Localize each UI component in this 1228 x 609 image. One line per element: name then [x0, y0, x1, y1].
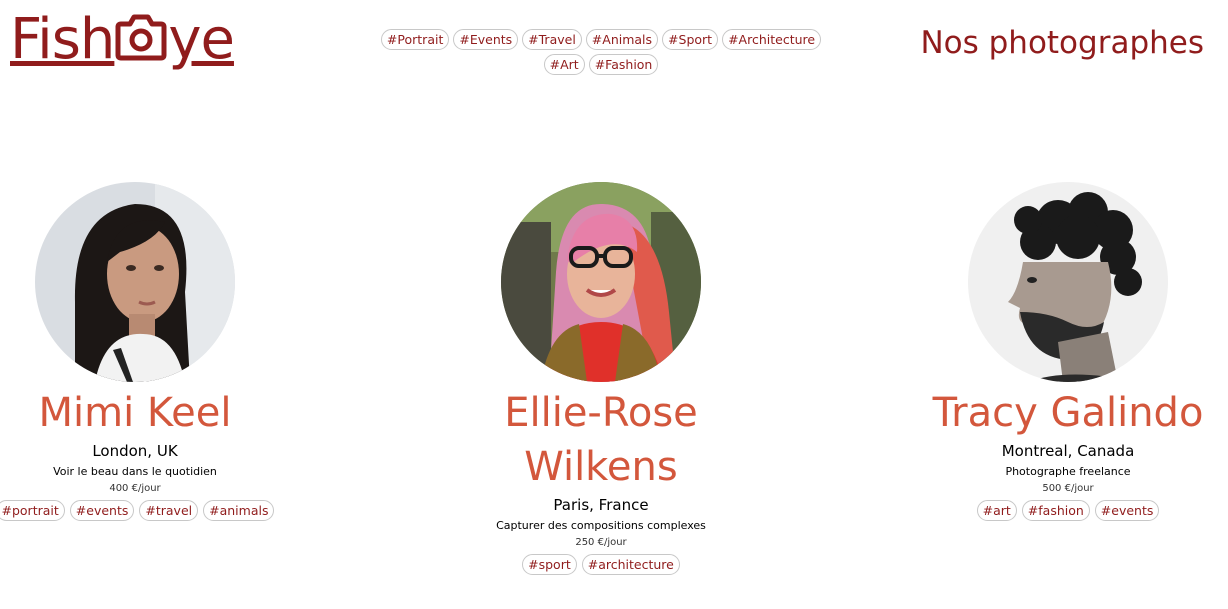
nav-tag-travel[interactable]: #Travel [522, 29, 582, 50]
photographer-location: London, UK [92, 442, 178, 460]
photographer-card: Ellie-Rose Wilkens Paris, France Capture… [441, 182, 761, 575]
card-tag[interactable]: #art [976, 500, 1017, 521]
card-tag[interactable]: #animals [203, 500, 275, 521]
photographer-location: Paris, France [553, 496, 649, 514]
photographer-name[interactable]: Ellie-Rose Wilkens [451, 386, 751, 494]
nav-tag-portrait[interactable]: #Portrait [380, 29, 450, 50]
card-tag[interactable]: #fashion [1021, 500, 1090, 521]
photographer-tagline: Capturer des compositions complexes [496, 519, 706, 532]
portrait-photo-icon [968, 182, 1168, 382]
card-tag[interactable]: #events [69, 500, 135, 521]
photographer-name[interactable]: Mimi Keel [0, 386, 285, 440]
card-tag[interactable]: #events [1094, 500, 1160, 521]
photographer-price: 500 €/jour [1042, 483, 1094, 494]
nav-tag-animals[interactable]: #Animals [585, 29, 659, 50]
nav-tag-events[interactable]: #Events [453, 29, 519, 50]
photographer-name[interactable]: Tracy Galindo [918, 386, 1218, 440]
photographer-location: Montreal, Canada [1001, 442, 1135, 460]
photographer-price: 400 €/jour [109, 483, 161, 494]
nav-tag-art[interactable]: #Art [543, 54, 585, 75]
photographer-card: Tracy Galindo Montreal, Canada Photograp… [908, 182, 1228, 521]
card-tag[interactable]: #architecture [581, 554, 680, 575]
nav-tag-sport[interactable]: #Sport [662, 29, 719, 50]
page-title: Nos photographes [920, 25, 1204, 61]
photographer-tagline: Voir le beau dans le quotidien [53, 465, 217, 478]
photographer-tagline: Photographe freelance [1005, 465, 1131, 478]
nav-tag-architecture[interactable]: #Architecture [722, 29, 822, 50]
photographer-tags: #sport #architecture [522, 554, 680, 575]
logo-text-left: Fish [10, 7, 115, 72]
photographer-tags: #portrait #events #travel #animals [0, 500, 275, 521]
nav-tag-fashion[interactable]: #Fashion [588, 54, 659, 75]
photographer-avatar[interactable] [501, 182, 701, 382]
photographer-tags: #art #fashion #events [976, 500, 1160, 521]
tag-filter-nav: #Portrait #Events #Travel #Animals #Spor… [368, 29, 834, 75]
fisheye-logo[interactable]: Fish ye [10, 4, 270, 76]
card-tag[interactable]: #travel [139, 500, 199, 521]
photographer-avatar[interactable] [968, 182, 1168, 382]
photographer-avatar[interactable] [35, 182, 235, 382]
portrait-photo-icon [501, 182, 701, 382]
card-tag[interactable]: #portrait [0, 500, 65, 521]
logo-text-right: ye [168, 7, 235, 72]
photographer-card: Mimi Keel London, UK Voir le beau dans l… [0, 182, 295, 521]
portrait-photo-icon [35, 182, 235, 382]
card-tag[interactable]: #sport [522, 554, 577, 575]
photographer-price: 250 €/jour [575, 537, 627, 548]
camera-icon [115, 12, 167, 62]
